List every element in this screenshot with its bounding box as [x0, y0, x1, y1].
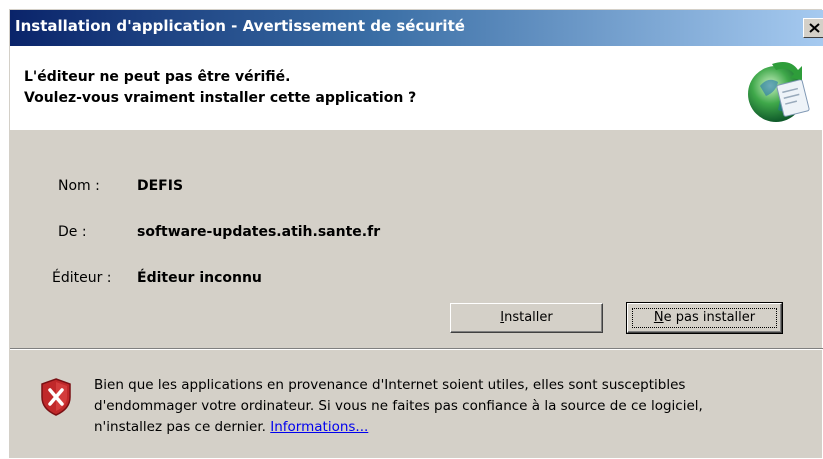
warning-line-1: Bien que les applications en provenance …: [94, 377, 686, 393]
warning-line-2: d'endommager votre ordinateur. Si vous n…: [94, 398, 703, 414]
title-bar[interactable]: Installation d'application - Avertisseme…: [10, 10, 823, 46]
name-label: Nom :: [58, 178, 100, 194]
dialog-header: L'éditeur ne peut pas être vérifié. Voul…: [10, 46, 823, 130]
shield-x-icon: [41, 378, 71, 416]
window-title: Installation d'application - Avertisseme…: [15, 17, 465, 35]
header-question: Voulez-vous vraiment installer cette app…: [24, 90, 417, 106]
install-button-label: nstaller: [504, 310, 553, 325]
close-icon: [809, 23, 820, 33]
name-value: DEFIS: [137, 178, 184, 194]
focus-rectangle: [632, 308, 777, 328]
from-label: De :: [58, 224, 87, 240]
publisher-label: Éditeur :: [52, 270, 112, 286]
separator-highlight: [10, 349, 823, 350]
warning-line-3: n'installez pas ce dernier. Informations…: [94, 419, 368, 435]
dont-install-button[interactable]: Ne pas installer: [626, 302, 783, 334]
close-button[interactable]: [803, 18, 823, 38]
install-button[interactable]: Installer: [450, 303, 603, 333]
publisher-value: Éditeur inconnu: [137, 270, 262, 286]
security-warning-dialog: Installation d'application - Avertisseme…: [9, 9, 823, 458]
from-value: software-updates.atih.sante.fr: [137, 224, 381, 240]
header-message: L'éditeur ne peut pas être vérifié.: [24, 69, 291, 85]
warning-line-3-text: n'installez pas ce dernier.: [94, 419, 271, 435]
globe-app-icon: [748, 62, 810, 122]
informations-link[interactable]: Informations...: [270, 419, 368, 435]
